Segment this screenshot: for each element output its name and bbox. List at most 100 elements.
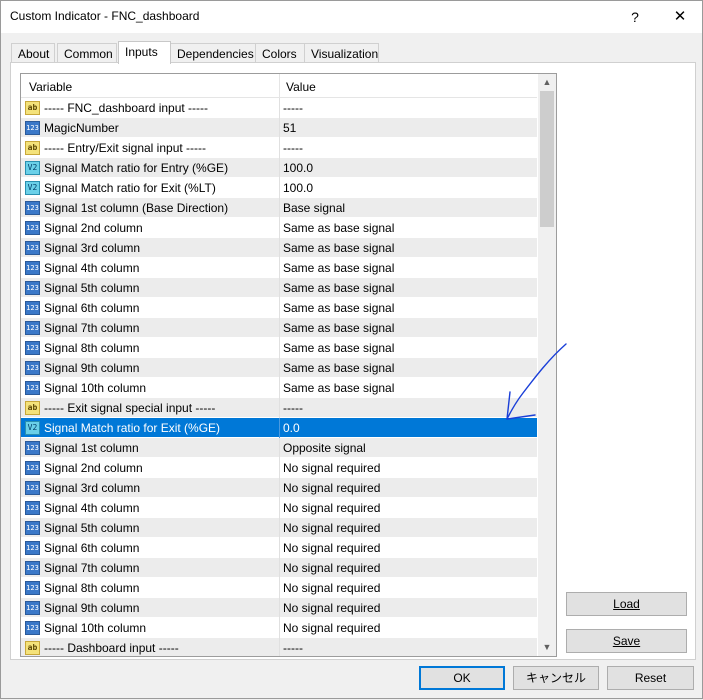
row-value[interactable]: Opposite signal: [283, 441, 366, 455]
help-button[interactable]: ?: [623, 6, 647, 28]
column-header-variable[interactable]: Variable: [29, 80, 72, 94]
tab-inputs[interactable]: Inputs: [118, 41, 171, 64]
save-label: Save: [612, 634, 641, 648]
grid-row[interactable]: 123 Signal 6th column Same as base signal: [21, 298, 537, 318]
grid-row[interactable]: 123 Signal 10th column Same as base signal: [21, 378, 537, 398]
row-value[interactable]: No signal required: [283, 541, 380, 555]
grid-row[interactable]: 123 Signal 9th column No signal required: [21, 598, 537, 618]
row-value[interactable]: Same as base signal: [283, 241, 394, 255]
row-value[interactable]: Same as base signal: [283, 321, 394, 335]
grid-row[interactable]: 123 Signal 9th column Same as base signal: [21, 358, 537, 378]
cell-divider: [279, 118, 280, 138]
row-value[interactable]: No signal required: [283, 501, 380, 515]
row-value[interactable]: 0.0: [283, 421, 300, 435]
row-variable: Signal 6th column: [44, 301, 140, 315]
grid-row[interactable]: 123 Signal 6th column No signal required: [21, 538, 537, 558]
column-header-value[interactable]: Value: [286, 80, 316, 94]
grid-row[interactable]: ab ----- Exit signal special input ----- -…: [21, 398, 537, 418]
row-value[interactable]: No signal required: [283, 621, 380, 635]
tab-common[interactable]: Common: [57, 43, 117, 63]
row-value[interactable]: Same as base signal: [283, 341, 394, 355]
grid-row[interactable]: 123 Signal 4th column No signal required: [21, 498, 537, 518]
grid-row[interactable]: 123 Signal 5th column Same as base signal: [21, 278, 537, 298]
row-variable: Signal 7th column: [44, 321, 140, 335]
row-value[interactable]: Same as base signal: [283, 281, 394, 295]
row-value[interactable]: No signal required: [283, 601, 380, 615]
close-button[interactable]: ✕: [665, 6, 695, 28]
row-variable: Signal 10th column: [44, 621, 147, 635]
grid-row[interactable]: 123 Signal 2nd column No signal required: [21, 458, 537, 478]
row-variable: ----- Dashboard input -----: [44, 641, 179, 655]
row-value[interactable]: -----: [283, 641, 303, 655]
grid-row[interactable]: 123 Signal 1st column Opposite signal: [21, 438, 537, 458]
row-value[interactable]: No signal required: [283, 481, 380, 495]
grid-row[interactable]: 123 Signal 10th column No signal required: [21, 618, 537, 638]
grid-row[interactable]: 123 Signal 8th column Same as base signal: [21, 338, 537, 358]
scroll-down-icon[interactable]: ▼: [538, 639, 556, 656]
scroll-thumb[interactable]: [540, 91, 554, 227]
grid-row[interactable]: ab ----- Entry/Exit signal input ----- ---…: [21, 138, 537, 158]
grid-row[interactable]: V2 Signal Match ratio for Exit (%LT) 100.0: [21, 178, 537, 198]
string-type-icon: ab: [25, 401, 40, 415]
grid-row[interactable]: 123 MagicNumber 51: [21, 118, 537, 138]
tab-colors[interactable]: Colors: [255, 43, 305, 63]
load-button[interactable]: Load: [566, 592, 687, 616]
row-value[interactable]: 51: [283, 121, 296, 135]
ok-button[interactable]: OK: [419, 666, 505, 690]
grid-row[interactable]: 123 Signal 7th column Same as base signal: [21, 318, 537, 338]
row-value[interactable]: Same as base signal: [283, 221, 394, 235]
row-value[interactable]: Base signal: [283, 201, 345, 215]
grid-row[interactable]: V2 Signal Match ratio for Entry (%GE) 100.…: [21, 158, 537, 178]
row-value[interactable]: Same as base signal: [283, 261, 394, 275]
row-variable: Signal 6th column: [44, 541, 140, 555]
row-variable: Signal 1st column (Base Direction): [44, 201, 229, 215]
row-variable: Signal 9th column: [44, 601, 140, 615]
cell-divider: [279, 298, 280, 318]
grid-row[interactable]: 123 Signal 1st column (Base Direction) Bas…: [21, 198, 537, 218]
grid-row[interactable]: 123 Signal 8th column No signal required: [21, 578, 537, 598]
row-variable: Signal 7th column: [44, 561, 140, 575]
vertical-scrollbar[interactable]: ▲ ▼: [538, 74, 556, 656]
integer-type-icon: 123: [25, 561, 40, 575]
grid-row[interactable]: 123 Signal 7th column No signal required: [21, 558, 537, 578]
grid-row[interactable]: ab ----- FNC_dashboard input ----- -----: [21, 98, 537, 118]
column-divider[interactable]: [279, 74, 280, 98]
row-value[interactable]: No signal required: [283, 561, 380, 575]
integer-type-icon: 123: [25, 501, 40, 515]
row-variable: Signal 1st column: [44, 441, 139, 455]
grid-row[interactable]: ab ----- Dashboard input ----- -----: [21, 638, 537, 656]
row-value[interactable]: -----: [283, 141, 303, 155]
scroll-up-icon[interactable]: ▲: [538, 74, 556, 91]
integer-type-icon: 123: [25, 221, 40, 235]
cancel-button[interactable]: キャンセル: [513, 666, 599, 690]
cell-divider: [279, 578, 280, 598]
grid-row[interactable]: 123 Signal 5th column No signal required: [21, 518, 537, 538]
dialog-window: Custom Indicator - FNC_dashboard ? ✕ Abo…: [0, 0, 703, 699]
row-value[interactable]: -----: [283, 101, 303, 115]
row-value[interactable]: No signal required: [283, 521, 380, 535]
inputs-grid[interactable]: Variable Value ab ----- FNC_dashboard inp…: [20, 73, 557, 657]
grid-row[interactable]: V2 Signal Match ratio for Exit (%GE) 0.0: [21, 418, 537, 438]
row-value[interactable]: 100.0: [283, 181, 313, 195]
integer-type-icon: 123: [25, 241, 40, 255]
row-value[interactable]: 100.0: [283, 161, 313, 175]
row-value[interactable]: No signal required: [283, 581, 380, 595]
grid-row[interactable]: 123 Signal 3rd column Same as base signal: [21, 238, 537, 258]
row-value[interactable]: Same as base signal: [283, 301, 394, 315]
title-bar: Custom Indicator - FNC_dashboard ? ✕: [1, 1, 702, 33]
row-value[interactable]: No signal required: [283, 461, 380, 475]
integer-type-icon: 123: [25, 261, 40, 275]
row-variable: Signal 9th column: [44, 361, 140, 375]
tab-dependencies[interactable]: Dependencies: [170, 43, 256, 63]
grid-row[interactable]: 123 Signal 4th column Same as base signal: [21, 258, 537, 278]
save-button[interactable]: Save: [566, 629, 687, 653]
grid-row[interactable]: 123 Signal 2nd column Same as base signal: [21, 218, 537, 238]
row-value[interactable]: Same as base signal: [283, 361, 394, 375]
row-value[interactable]: Same as base signal: [283, 381, 394, 395]
double-type-icon: V2: [25, 181, 40, 195]
tab-about[interactable]: About: [11, 43, 55, 63]
tab-visualization[interactable]: Visualization: [304, 43, 379, 63]
grid-row[interactable]: 123 Signal 3rd column No signal required: [21, 478, 537, 498]
row-value[interactable]: -----: [283, 401, 303, 415]
reset-button[interactable]: Reset: [607, 666, 694, 690]
